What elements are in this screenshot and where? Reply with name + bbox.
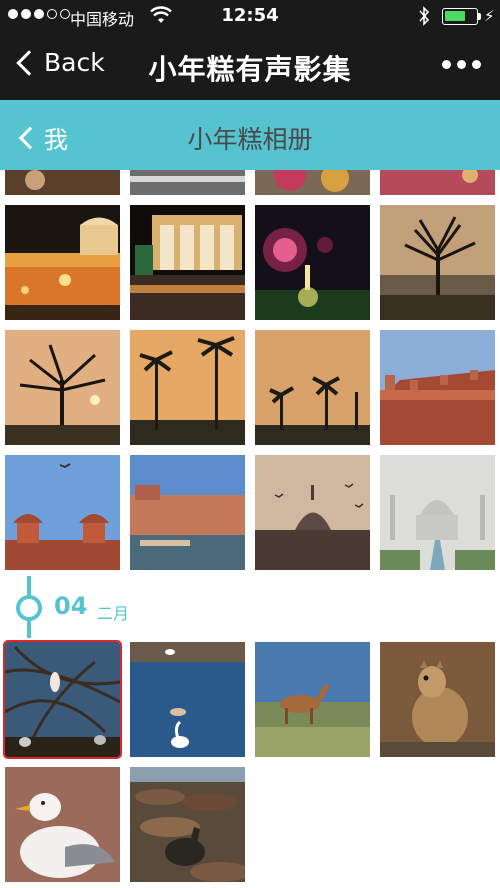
date-day: 04 — [54, 592, 88, 620]
top-bar: 中国移动 12:54 ⚡ Back 小年糕有声影集 — [0, 0, 500, 100]
photo-thumbnail-selected[interactable] — [3, 640, 122, 759]
photo-thumbnail[interactable] — [130, 642, 245, 757]
photo-thumbnail[interactable] — [130, 205, 245, 320]
photo-thumbnail[interactable] — [130, 455, 245, 570]
timeline-dot-icon — [16, 595, 42, 621]
photo-thumbnail[interactable] — [380, 170, 495, 195]
photo-thumbnail[interactable] — [380, 205, 495, 320]
photo-thumbnail[interactable] — [130, 330, 245, 445]
album-title: 小年糕相册 — [187, 125, 313, 154]
photo-thumbnail[interactable] — [255, 642, 370, 757]
photo-thumbnail[interactable] — [5, 205, 120, 320]
photo-thumbnail[interactable] — [5, 170, 120, 195]
photo-thumbnail[interactable] — [5, 767, 120, 882]
photo-thumbnail[interactable] — [5, 330, 120, 445]
photo-thumbnail[interactable] — [255, 205, 370, 320]
status-bar: 中国移动 12:54 ⚡ — [0, 0, 500, 32]
date-month: 二月 — [97, 604, 130, 623]
page-title: 小年糕有声影集 — [148, 53, 352, 86]
album-header: 我 小年糕相册 — [0, 100, 500, 170]
battery-icon — [442, 8, 478, 25]
photo-thumbnail[interactable] — [255, 330, 370, 445]
photo-thumbnail[interactable] — [130, 170, 245, 195]
bluetooth-icon — [418, 6, 430, 30]
battery-cap — [478, 13, 481, 20]
photo-thumbnail[interactable] — [130, 767, 245, 882]
photo-thumbnail[interactable] — [380, 642, 495, 757]
photo-grid: 04 二月 — [0, 170, 500, 888]
photo-thumbnail[interactable] — [380, 330, 495, 445]
photo-thumbnail[interactable] — [380, 455, 495, 570]
photo-thumbnail[interactable] — [255, 455, 370, 570]
nav-bar: Back 小年糕有声影集 — [0, 32, 500, 100]
photo-thumbnail[interactable] — [5, 455, 120, 570]
charging-icon: ⚡ — [484, 7, 495, 25]
more-options-button[interactable] — [442, 60, 481, 69]
photo-thumbnail[interactable] — [255, 170, 370, 195]
